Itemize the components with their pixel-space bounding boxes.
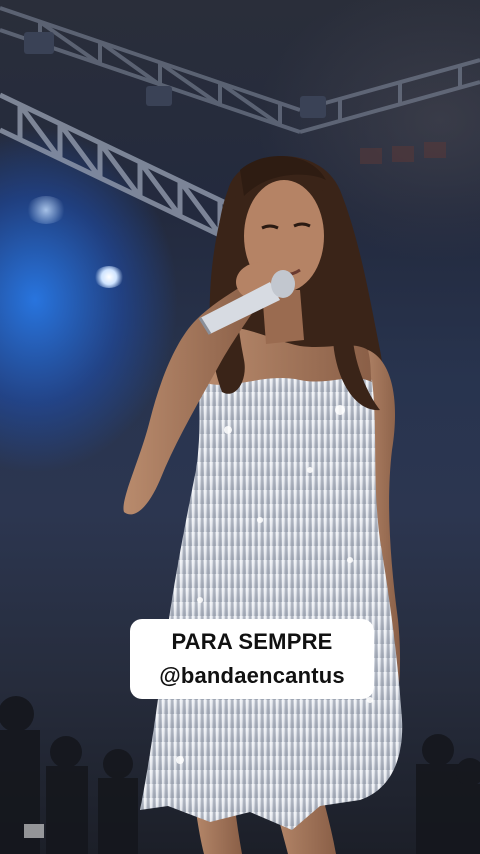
story-caption: PARA SEMPRE @bandaencantus bbox=[130, 619, 374, 699]
caption-line-1: PARA SEMPRE bbox=[171, 629, 333, 654]
caption-mention[interactable]: @bandaencantus bbox=[159, 659, 345, 693]
concert-photo: PARA SEMPRE @bandaencantus bbox=[0, 0, 480, 854]
